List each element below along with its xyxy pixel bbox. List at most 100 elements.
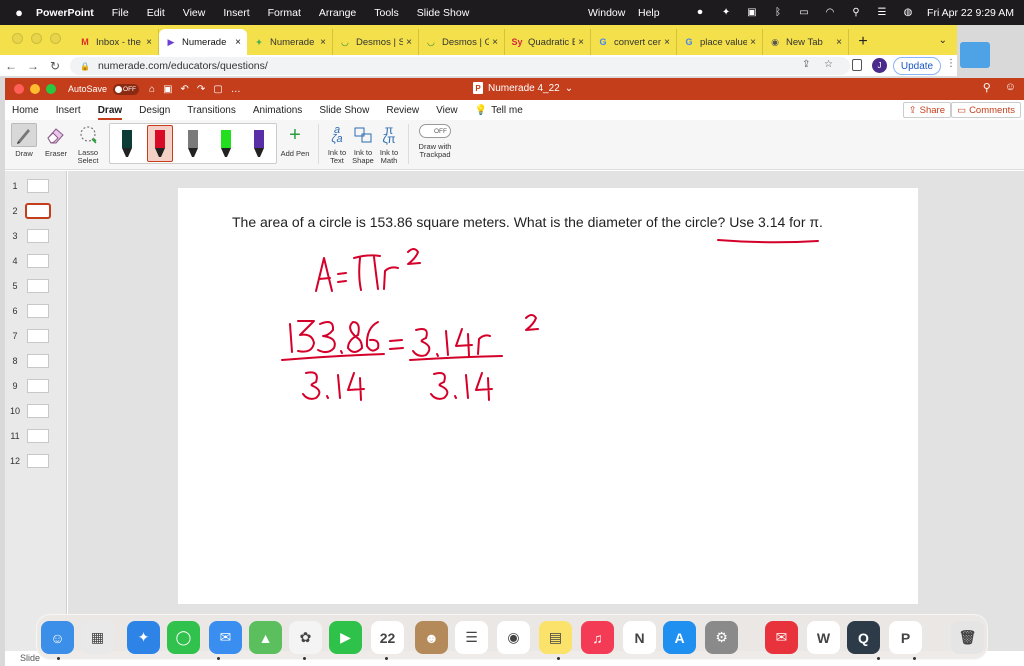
tab-design[interactable]: Design: [139, 100, 170, 120]
update-button[interactable]: Update: [893, 57, 941, 75]
menu-window[interactable]: Window: [588, 7, 625, 19]
tab-home[interactable]: Home: [12, 100, 39, 120]
word-icon[interactable]: W: [807, 621, 840, 654]
maps-icon[interactable]: ▲: [249, 621, 282, 654]
safari-icon[interactable]: ✦: [127, 621, 160, 654]
battery-icon[interactable]: ▭: [797, 7, 811, 19]
slide-thumbnail[interactable]: 11: [5, 429, 65, 445]
finder-icon[interactable]: ☺: [41, 621, 74, 654]
tab-draw[interactable]: Draw: [97, 100, 123, 120]
menu-view[interactable]: View: [183, 7, 206, 19]
slide-thumbnail[interactable]: 8: [5, 354, 65, 370]
slide-thumbnail[interactable]: 9: [5, 379, 65, 395]
save-icon[interactable]: ▣: [163, 84, 180, 95]
desktop-folder-icon[interactable]: [960, 42, 990, 68]
slide-thumbnail-preview[interactable]: [27, 354, 49, 368]
ink-to-shape-button[interactable]: Ink to Shape: [350, 123, 376, 165]
slide-thumbnail[interactable]: 3: [5, 229, 65, 245]
tab-search-chevron-icon[interactable]: ⌄: [939, 35, 947, 46]
trackpad-toggle[interactable]: OFF: [419, 123, 451, 139]
menu-help[interactable]: Help: [638, 7, 660, 19]
tab-transitions[interactable]: Transitions: [187, 100, 236, 120]
new-slide-icon[interactable]: ▢: [213, 84, 230, 95]
tab-close-icon[interactable]: ×: [836, 37, 842, 48]
slide-thumbnail[interactable]: 7: [5, 329, 65, 345]
lock-icon[interactable]: 🔒: [80, 62, 90, 71]
airmail-icon[interactable]: ✉: [765, 621, 798, 654]
spotlight-icon[interactable]: ⚲: [849, 7, 863, 19]
slide-thumbnail[interactable]: 12: [5, 454, 65, 470]
browser-tab[interactable]: ◉ New Tab ×: [763, 29, 849, 55]
slide-canvas[interactable]: The area of a circle is 153.86 square me…: [178, 188, 918, 604]
slide-thumbnail-preview[interactable]: [27, 429, 49, 443]
record-icon[interactable]: ⏺: [693, 7, 707, 19]
menu-tools[interactable]: Tools: [374, 7, 399, 19]
slide-thumbnail[interactable]: 1: [5, 179, 65, 195]
ppt-close-icon[interactable]: [14, 84, 24, 94]
back-arrow-icon[interactable]: ←: [0, 59, 22, 73]
browser-tab[interactable]: ◡ Desmos | Gr×: [419, 29, 505, 55]
menu-arrange[interactable]: Arrange: [319, 7, 356, 19]
more-menu-icon[interactable]: ⋮: [946, 58, 956, 69]
facetime-icon[interactable]: ▶: [329, 621, 362, 654]
share-button[interactable]: ⇪ Share: [902, 102, 951, 118]
system-preferences-icon[interactable]: ⚙: [705, 621, 738, 654]
tab-view[interactable]: View: [436, 100, 458, 120]
powerpoint-icon[interactable]: P: [889, 621, 922, 654]
browser-tab[interactable]: + Numerade p ×: [247, 29, 333, 55]
slide-thumbnail[interactable]: 2: [5, 203, 65, 220]
zoom-window-icon[interactable]: [50, 33, 61, 44]
ppt-zoom-icon[interactable]: [46, 84, 56, 94]
undo-icon[interactable]: ↶: [181, 84, 197, 95]
pen-1[interactable]: [114, 125, 140, 162]
title-chevron-icon[interactable]: ⌄: [565, 83, 573, 94]
browser-tab[interactable]: M Inbox - the ×: [73, 29, 159, 55]
menu-slide-show[interactable]: Slide Show: [417, 7, 470, 19]
trash-icon[interactable]: 🗑: [951, 621, 984, 654]
redo-icon[interactable]: ↷: [197, 84, 213, 95]
slide-thumbnail-preview[interactable]: [27, 229, 49, 243]
menu-edit[interactable]: Edit: [147, 7, 165, 19]
share-page-icon[interactable]: ⇪: [802, 59, 810, 70]
browser-tab[interactable]: ◡ Desmos | Sc×: [333, 29, 419, 55]
menubar-clock[interactable]: Fri Apr 22 9:29 AM: [927, 7, 1014, 19]
tab-slide-show[interactable]: Slide Show: [319, 100, 369, 120]
add-pen-button[interactable]: + Add Pen: [279, 123, 311, 159]
app-menu-powerpoint[interactable]: PowerPoint: [36, 7, 94, 19]
slide-thumbnail-preview[interactable]: [27, 254, 49, 268]
tab-review[interactable]: Review: [386, 100, 419, 120]
slide-thumbnail-preview[interactable]: [27, 179, 49, 193]
siri-icon[interactable]: ◍: [901, 7, 915, 19]
tell-me-search[interactable]: 💡 Tell me: [475, 100, 523, 120]
forward-arrow-icon[interactable]: →: [22, 59, 44, 73]
tab-close-icon[interactable]: ×: [406, 37, 412, 48]
apple-icon[interactable]: ●: [4, 5, 34, 20]
reminders-icon[interactable]: ☰: [455, 621, 488, 654]
tab-close-icon[interactable]: ×: [750, 37, 756, 48]
slide-thumbnail[interactable]: 4: [5, 254, 65, 270]
ink-to-math-button[interactable]: π ζπ Ink to Math: [376, 123, 402, 165]
pen-5[interactable]: [246, 125, 272, 162]
bluetooth-icon[interactable]: ᛒ: [771, 7, 785, 19]
address-bar[interactable]: 🔒 numerade.com/educators/questions/ ⇪ ☆: [70, 57, 850, 75]
bookmark-star-icon[interactable]: ☆: [824, 59, 833, 70]
slide-thumbnail-preview[interactable]: [27, 454, 49, 468]
menu-format[interactable]: Format: [268, 7, 301, 19]
profile-avatar[interactable]: J: [872, 58, 887, 73]
chrome-icon[interactable]: ◉: [497, 621, 530, 654]
slide-thumbnail-preview[interactable]: [27, 404, 49, 418]
slide-thumbnail[interactable]: 6: [5, 304, 65, 320]
new-tab-button[interactable]: +: [849, 33, 877, 51]
browser-tab[interactable]: ▶ Numerade ×: [159, 29, 247, 55]
ink-annotations[interactable]: [178, 188, 918, 604]
ppt-feedback-icon[interactable]: ☺: [1005, 81, 1016, 94]
mail-icon[interactable]: ✉: [209, 621, 242, 654]
tab-close-icon[interactable]: ×: [664, 37, 670, 48]
notes-icon[interactable]: ▤: [539, 621, 572, 654]
wifi-icon[interactable]: ◠: [823, 7, 837, 19]
messages-icon[interactable]: ◯: [167, 621, 200, 654]
tab-close-icon[interactable]: ×: [146, 37, 152, 48]
tab-close-icon[interactable]: ×: [320, 37, 326, 48]
browser-tab[interactable]: Gplace value ×: [677, 29, 763, 55]
draw-tool-button[interactable]: Draw: [11, 123, 37, 158]
